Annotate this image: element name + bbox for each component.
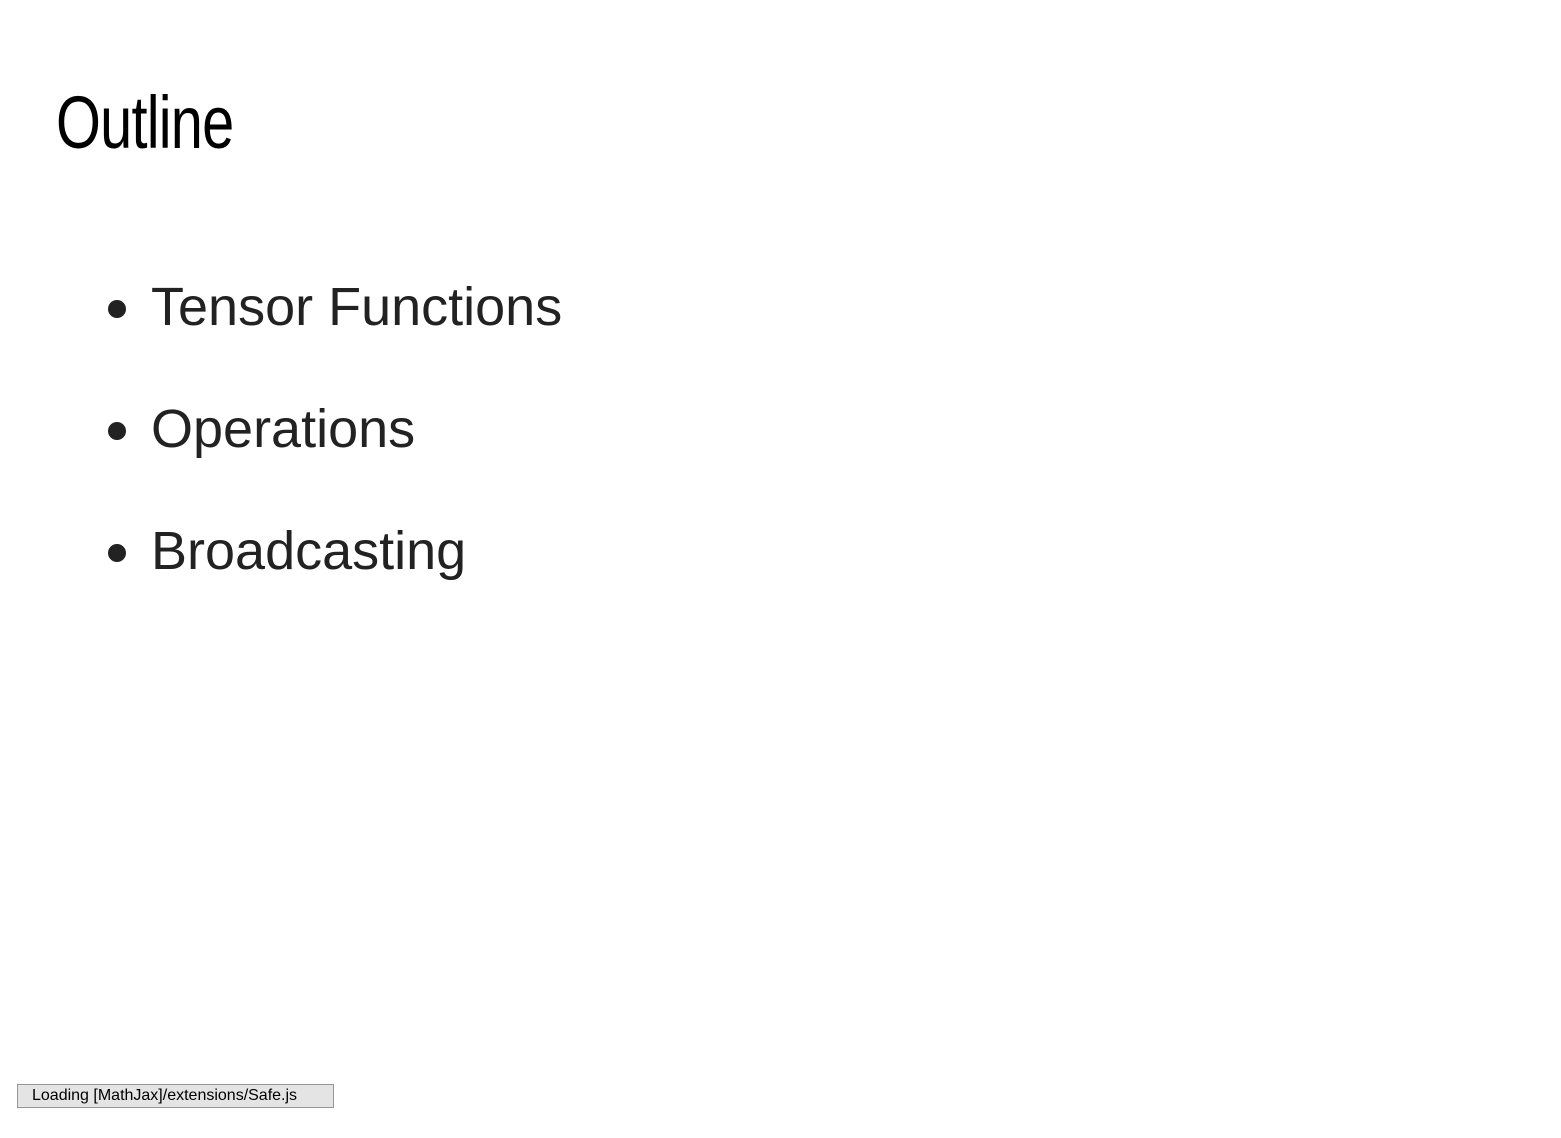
bullet-label-operations: Operations (151, 399, 416, 459)
bullet-label-broadcasting: Broadcasting (151, 521, 467, 581)
slide-title: Outline (56, 81, 234, 164)
mathjax-loading-status: Loading [MathJax]/extensions/Safe.js (17, 1084, 334, 1108)
bullet-dot-icon (108, 544, 126, 562)
bullet-dot-icon (108, 300, 126, 318)
bullet-label-tensor-functions: Tensor Functions (151, 277, 563, 337)
bullet-dot-icon (108, 422, 126, 440)
slide: Outline Tensor Functions Operations Broa… (0, 0, 1561, 1138)
